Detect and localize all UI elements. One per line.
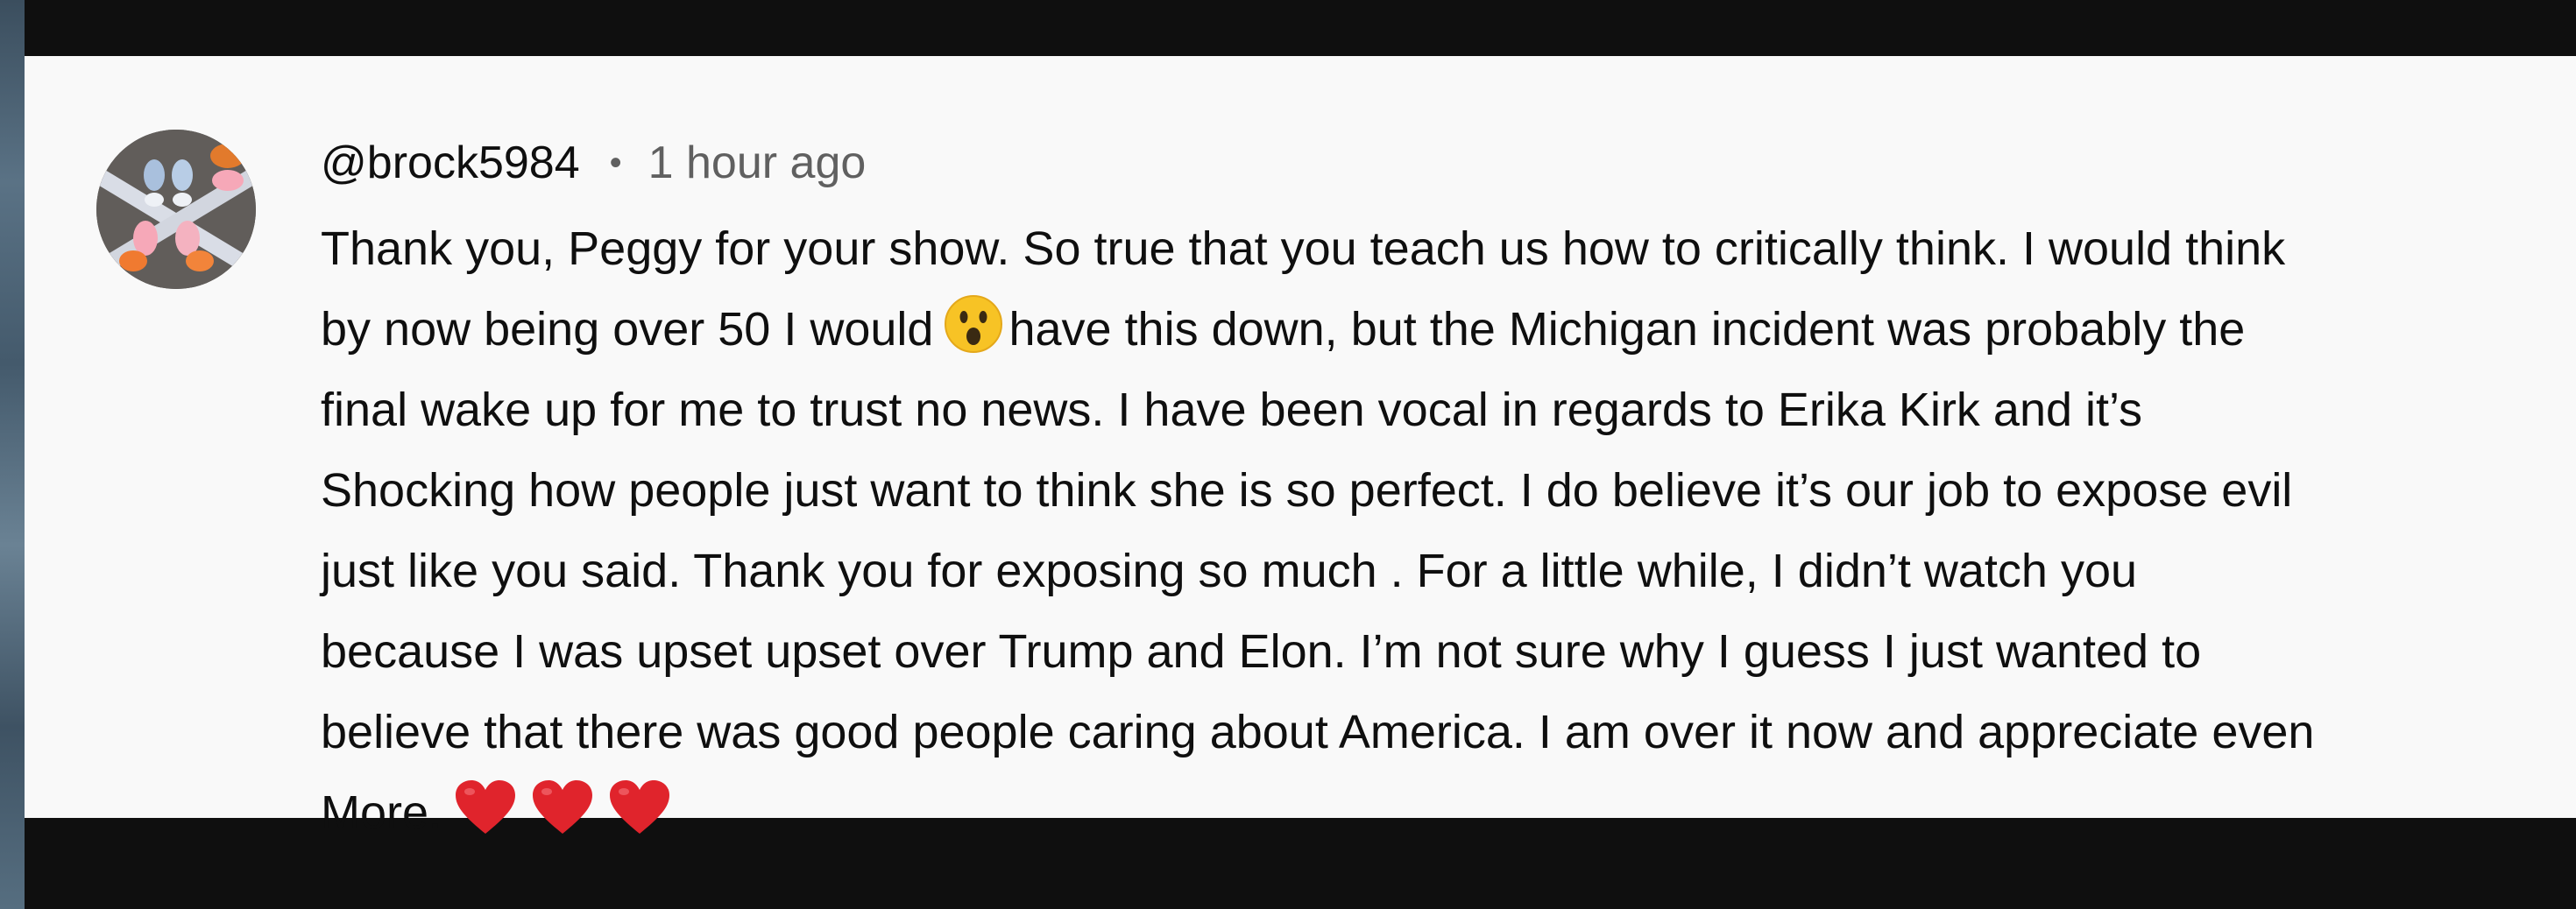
background-strip (0, 0, 25, 909)
comment-body: @brock5984 • 1 hour ago Thank you, Peggy… (321, 131, 2564, 853)
red-heart-emoji-icon (533, 780, 593, 834)
comment-line: believe that there was good people carin… (321, 706, 2315, 758)
top-letterbox-bar (25, 0, 2576, 56)
comment-line: Shocking how people just want to think s… (321, 464, 2293, 517)
comment-segment: have this down, but the Michigan inciden… (1008, 303, 2246, 356)
meta-separator: • (609, 144, 622, 182)
comment-timestamp[interactable]: 1 hour ago (648, 140, 867, 186)
hushed-face-emoji-icon (945, 295, 1003, 353)
comment-line: final wake up for me to trust no news. I… (321, 384, 2143, 436)
comment-line: More. (321, 772, 2564, 853)
comment-text: Thank you, Peggy for your show. So true … (321, 208, 2564, 853)
comment-panel: @brock5984 • 1 hour ago Thank you, Peggy… (25, 56, 2576, 839)
comment-line: Thank you, Peggy for your show. So true … (321, 222, 2286, 275)
red-heart-emoji-icon (610, 780, 670, 834)
avatar[interactable] (96, 130, 256, 289)
red-heart-emoji-icon (456, 780, 516, 834)
comment-author[interactable]: @brock5984 (321, 140, 580, 186)
avatar-image (96, 130, 256, 289)
comment-line: because I was upset upset over Trump and… (321, 625, 2202, 678)
comment-segment: More. (321, 786, 442, 839)
comment-line: by now being over 50 I would have this d… (321, 289, 2564, 370)
comment-segment: by now being over 50 I would (321, 303, 934, 356)
comment-meta: @brock5984 • 1 hour ago (321, 131, 2564, 194)
comment-line: just like you said. Thank you for exposi… (321, 545, 2138, 597)
